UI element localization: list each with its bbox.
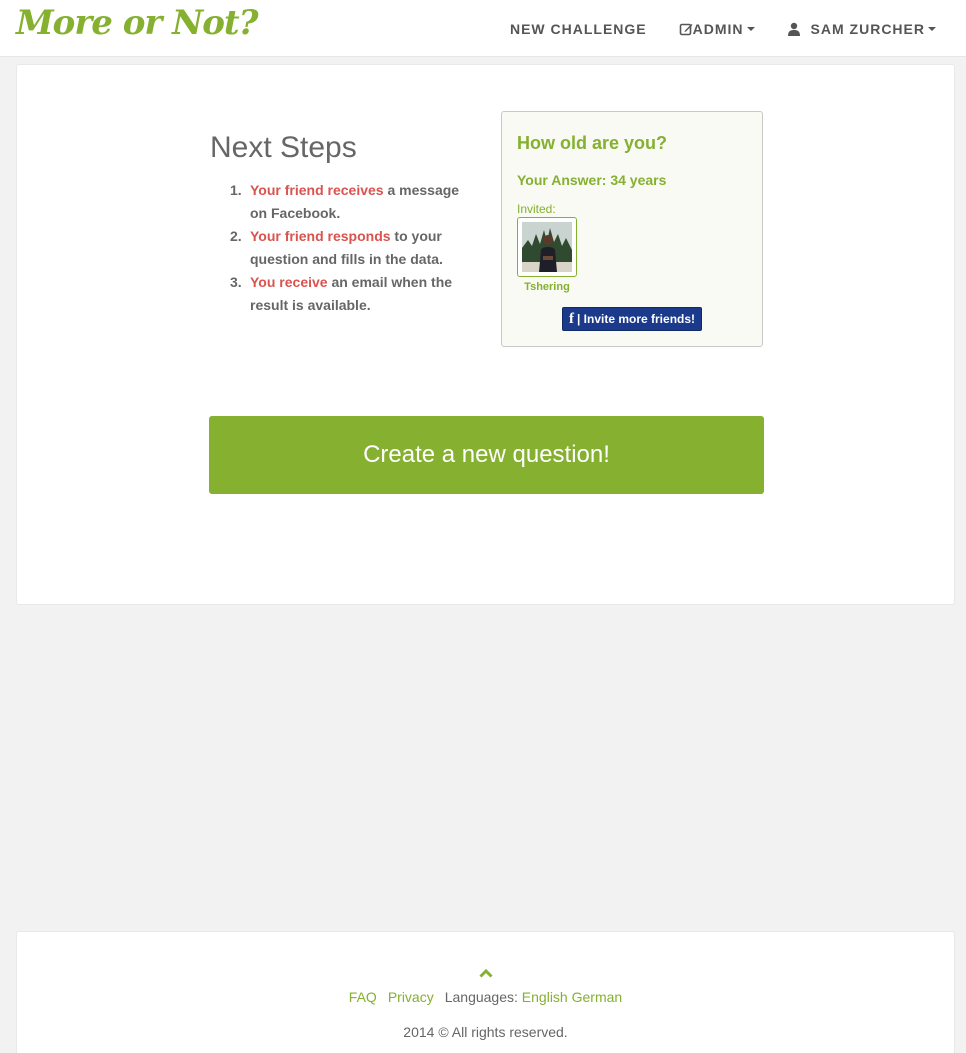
faq-link[interactable]: FAQ: [349, 989, 377, 1005]
nav-new-challenge-label: NEW CHALLENGE: [509, 20, 647, 37]
step-number: 2.: [230, 228, 242, 244]
step-highlight: You receive: [250, 274, 328, 290]
your-answer: Your Answer: 34 years: [517, 172, 667, 188]
chevron-down-icon: [928, 26, 936, 31]
nav-admin-dropdown[interactable]: ADMIN: [679, 21, 755, 37]
step-number: 1.: [230, 182, 242, 198]
edit-icon: [679, 22, 693, 36]
invite-friends-button[interactable]: f | Invite more friends!: [562, 307, 702, 331]
main-panel: Next Steps 1. Your friend receives a mes…: [16, 64, 955, 605]
languages-label: Languages:: [444, 989, 518, 1005]
create-question-button[interactable]: Create a new question!: [209, 416, 764, 494]
step-highlight: Your friend receives: [250, 182, 384, 198]
footer: FAQ Privacy Languages: English German 2014…: [16, 931, 955, 1053]
question-title: How old are you?: [517, 133, 668, 153]
step-highlight: Your friend responds: [250, 228, 391, 244]
copyright: 2014 © All rights reserved.: [403, 1024, 568, 1040]
steps-list: 1. Your friend receives a message on Fac…: [210, 179, 480, 317]
nav-admin-label: ADMIN: [692, 20, 744, 37]
question-card: How old are you? Your Answer: 34 years I…: [501, 111, 763, 347]
nav-new-challenge[interactable]: NEW CHALLENGE: [510, 21, 647, 37]
invited-label: Invited:: [517, 202, 556, 216]
language-english-link[interactable]: English: [522, 989, 568, 1005]
invite-friends-label: | Invite more friends!: [576, 312, 696, 326]
avatar: [517, 217, 577, 277]
chevron-down-icon: [746, 26, 755, 31]
user-icon: [787, 22, 801, 36]
create-question-label: Create a new question!: [363, 441, 610, 468]
nav-user-dropdown[interactable]: SAM ZURCHER: [787, 21, 936, 37]
friend-name: Tshering: [524, 281, 570, 293]
facebook-icon: f: [568, 310, 574, 327]
step-item: 2. Your friend responds to your question…: [210, 225, 480, 271]
next-steps: Next Steps 1. Your friend receives a mes…: [210, 131, 480, 317]
brand-logo[interactable]: More or Not?: [16, 3, 259, 43]
top-navbar: More or Not? NEW CHALLENGE ADMIN SAM ZUR…: [0, 0, 966, 57]
nav-user-label: SAM ZURCHER: [810, 20, 925, 37]
step-item: 1. Your friend receives a message on Fac…: [210, 179, 480, 225]
step-item: 3. You receive an email when the result …: [210, 271, 480, 317]
footer-links: FAQ Privacy Languages: English German: [17, 989, 954, 1005]
chevron-up-icon[interactable]: [479, 965, 493, 983]
privacy-link[interactable]: Privacy: [388, 989, 434, 1005]
invited-friend[interactable]: Tshering: [517, 217, 577, 293]
main-nav: NEW CHALLENGE ADMIN SAM ZURCHER: [510, 0, 936, 57]
step-number: 3.: [230, 274, 242, 290]
language-german-link[interactable]: German: [572, 989, 623, 1005]
next-steps-title: Next Steps: [210, 131, 357, 164]
